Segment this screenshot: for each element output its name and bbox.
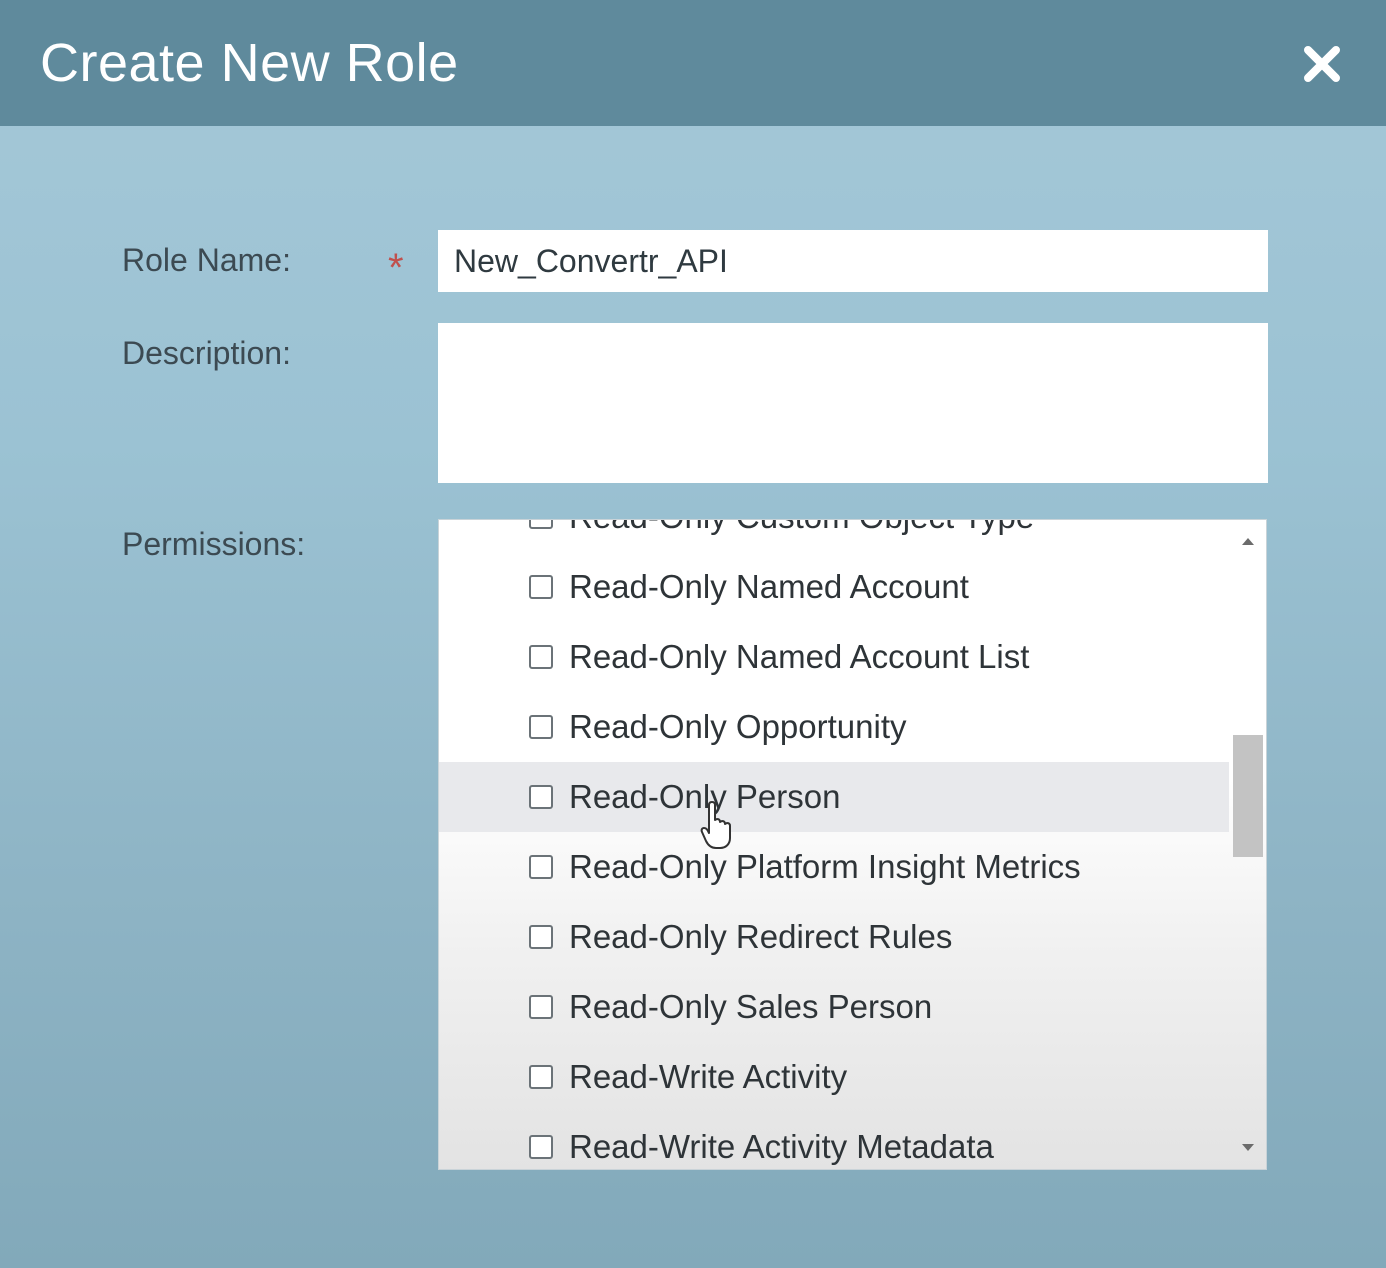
permission-item[interactable]: Read-Write Activity (439, 1042, 1229, 1112)
permissions-listbox[interactable]: Read-Only Custom Object Type Read-Only Na… (438, 519, 1267, 1170)
description-label: Description: (122, 335, 291, 371)
dialog-titlebar: Create New Role (0, 0, 1386, 126)
permission-item[interactable]: Read-Only Person (439, 762, 1229, 832)
permission-label[interactable]: Read-Only Opportunity (569, 708, 907, 746)
permissions-scrollbar[interactable] (1229, 520, 1266, 1169)
permission-checkbox[interactable] (529, 1135, 553, 1159)
permission-checkbox[interactable] (529, 575, 553, 599)
permission-checkbox[interactable] (529, 925, 553, 949)
permission-label[interactable]: Read-Only Custom Object Type (569, 520, 1034, 536)
permission-item[interactable]: Read-Write Activity Metadata (439, 1112, 1229, 1169)
close-button[interactable] (1298, 40, 1346, 88)
permission-checkbox[interactable] (529, 645, 553, 669)
required-marker: * (388, 246, 404, 290)
permission-checkbox[interactable] (529, 1065, 553, 1089)
permission-label[interactable]: Read-Write Activity (569, 1058, 847, 1096)
permission-item[interactable]: Read-Only Sales Person (439, 972, 1229, 1042)
permission-item[interactable]: Read-Only Named Account List (439, 622, 1229, 692)
permission-checkbox[interactable] (529, 785, 553, 809)
role-name-input[interactable] (438, 230, 1268, 292)
scrollbar-thumb[interactable] (1233, 735, 1263, 857)
permission-item[interactable]: Read-Only Custom Object Type (439, 520, 1229, 552)
scroll-up-arrow-icon[interactable] (1237, 530, 1259, 552)
permissions-list: Read-Only Custom Object Type Read-Only Na… (439, 520, 1229, 1169)
permission-label[interactable]: Read-Only Sales Person (569, 988, 932, 1026)
permission-label[interactable]: Read-Only Platform Insight Metrics (569, 848, 1081, 886)
permission-item[interactable]: Read-Only Named Account (439, 552, 1229, 622)
description-textarea[interactable] (438, 323, 1268, 483)
permission-item[interactable]: Read-Only Redirect Rules (439, 902, 1229, 972)
permission-label[interactable]: Read-Only Named Account List (569, 638, 1029, 676)
permission-label[interactable]: Read-Only Named Account (569, 568, 969, 606)
permissions-label: Permissions: (122, 526, 306, 562)
permission-label[interactable]: Read-Write Activity Metadata (569, 1128, 994, 1166)
permission-checkbox[interactable] (529, 715, 553, 739)
permission-label[interactable]: Read-Only Redirect Rules (569, 918, 952, 956)
dialog-title: Create New Role (40, 33, 459, 93)
permission-checkbox[interactable] (529, 855, 553, 879)
scroll-down-arrow-icon[interactable] (1237, 1137, 1259, 1159)
permission-item[interactable]: Read-Only Opportunity (439, 692, 1229, 762)
close-icon (1304, 46, 1340, 82)
permission-item[interactable]: Read-Only Platform Insight Metrics (439, 832, 1229, 902)
permission-checkbox[interactable] (529, 995, 553, 1019)
hand-cursor-icon (700, 801, 731, 849)
permission-checkbox[interactable] (529, 520, 553, 529)
role-name-label: Role Name: (122, 242, 291, 278)
